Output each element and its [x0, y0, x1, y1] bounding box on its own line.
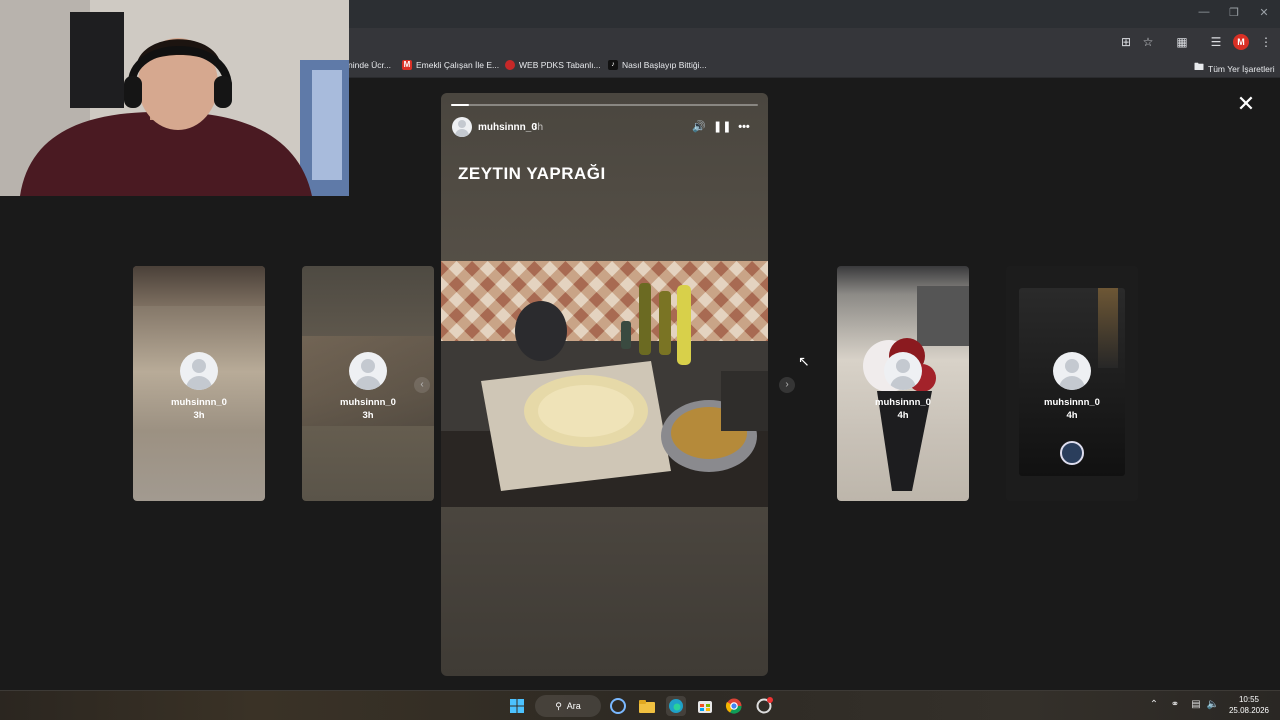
- webcam-overlay: [0, 0, 349, 196]
- all-bookmarks-label: Tüm Yer İşaretleri: [1208, 63, 1275, 74]
- clock-date: 25.08.2026: [1228, 706, 1270, 715]
- avatar: [1053, 352, 1091, 390]
- search-icon: ⚲: [555, 700, 562, 711]
- chevron-up-icon[interactable]: ⌃: [1147, 699, 1161, 710]
- windows-start-icon[interactable]: [507, 696, 527, 716]
- install-app-icon[interactable]: ⊞: [1118, 34, 1134, 50]
- network-icon[interactable]: ▤: [1189, 699, 1203, 710]
- folder-icon: 🖿: [1194, 62, 1204, 73]
- close-viewer-button[interactable]: ✕: [1236, 93, 1256, 115]
- bookmark-item[interactable]: M Emekli Çalışan İle E...: [402, 60, 499, 70]
- menu-icon[interactable]: ⋮: [1258, 34, 1274, 50]
- bookmark-item[interactable]: WEB PDKS Tabanlı...: [505, 60, 601, 70]
- media-control-icon[interactable]: ☰: [1208, 34, 1224, 50]
- app-notification-icon[interactable]: [754, 696, 774, 716]
- story-username: muhsinnn_0: [340, 397, 396, 408]
- story-time: 4h: [897, 410, 909, 421]
- story-time: 3h: [532, 122, 544, 133]
- story-progress-bar: [451, 104, 758, 106]
- bookmark-label: WEB PDKS Tabanlı...: [519, 60, 601, 70]
- taskbar-clock[interactable]: 10:55 25.08.2026: [1222, 694, 1276, 716]
- bookmark-item[interactable]: ♪ Nasıl Başlayıp Bittiği...: [608, 60, 707, 70]
- story-username: muhsinnn_0: [1044, 397, 1100, 408]
- taskbar: ⚲ Ara ⌃ ⚭ ▤ 🔈 10:55 25.08.2026: [0, 690, 1280, 720]
- search-label: Ara: [566, 701, 581, 711]
- avatar: [180, 352, 218, 390]
- story-preview[interactable]: muhsinnn_0 4h: [837, 266, 969, 501]
- restore-icon[interactable]: ❐: [1222, 6, 1246, 19]
- story-time: 3h: [193, 410, 205, 421]
- story-preview-background: [133, 266, 265, 306]
- story-time: 4h: [1066, 410, 1078, 421]
- chrome-icon[interactable]: [724, 696, 744, 716]
- avatar[interactable]: [452, 117, 472, 137]
- close-icon[interactable]: ✕: [1252, 6, 1276, 19]
- story-username: muhsinnn_0: [171, 397, 227, 408]
- story-photo: [441, 261, 768, 507]
- clock-time: 10:55: [1238, 695, 1260, 704]
- pause-icon[interactable]: ❚❚: [713, 120, 731, 134]
- minimize-icon[interactable]: —: [1192, 6, 1216, 18]
- kitchen-photo: [441, 261, 768, 507]
- club-badge-icon: [1060, 441, 1084, 465]
- bookmark-label: Emekli Çalışan İle E...: [416, 60, 500, 70]
- extensions-icon[interactable]: ▦: [1174, 34, 1190, 50]
- tiktok-icon: ♪: [608, 60, 618, 70]
- volume-icon[interactable]: 🔊: [692, 120, 706, 134]
- mouse-cursor: ↖: [798, 353, 810, 369]
- story-preview[interactable]: muhsinnn_0 3h: [133, 266, 265, 501]
- story-username[interactable]: muhsinnn_0: [478, 122, 537, 133]
- avatar: [349, 352, 387, 390]
- microphone-icon[interactable]: ⚭: [1168, 699, 1182, 710]
- story-progress-fill: [451, 104, 470, 106]
- edge-browser-icon[interactable]: [666, 696, 686, 716]
- bookmark-label: Nasıl Başlayıp Bittiği...: [622, 60, 707, 70]
- active-story[interactable]: muhsinnn_0 3h 🔊 ❚❚ ••• ZEYTIN YAPRAĞI: [441, 93, 768, 676]
- profile-avatar[interactable]: M: [1233, 34, 1249, 50]
- avatar: [884, 352, 922, 390]
- story-time: 3h: [362, 410, 374, 421]
- all-bookmarks-folder[interactable]: 🖿 Tüm Yer İşaretleri: [1194, 60, 1275, 77]
- speaker-icon[interactable]: 🔈: [1206, 699, 1220, 710]
- file-explorer-icon[interactable]: [637, 696, 657, 716]
- story-caption: ZEYTIN YAPRAĞI: [458, 164, 606, 183]
- taskbar-search[interactable]: ⚲ Ara: [535, 695, 601, 717]
- more-options-icon[interactable]: •••: [737, 120, 751, 134]
- story-username: muhsinnn_0: [875, 397, 931, 408]
- bookmark-item[interactable]: ninde Ücr...: [348, 60, 391, 70]
- pin-icon: [505, 60, 515, 70]
- star-icon[interactable]: ☆: [1140, 34, 1156, 50]
- next-story-button[interactable]: ›: [779, 377, 795, 393]
- m-logo-icon: M: [402, 60, 412, 70]
- webcam-person: [0, 0, 349, 196]
- bookmark-label: ninde Ücr...: [348, 60, 391, 70]
- previous-story-button[interactable]: ‹: [414, 377, 430, 393]
- copilot-icon[interactable]: [608, 696, 628, 716]
- screen: — ❐ ✕ ⊞ ☆ ▦ ☰ M ⋮ ninde Ücr... M Emekli …: [0, 0, 1280, 720]
- story-preview[interactable]: muhsinnn_0 4h: [1006, 266, 1138, 501]
- story-preview-glow: [1098, 288, 1118, 368]
- store-icon[interactable]: [695, 696, 715, 716]
